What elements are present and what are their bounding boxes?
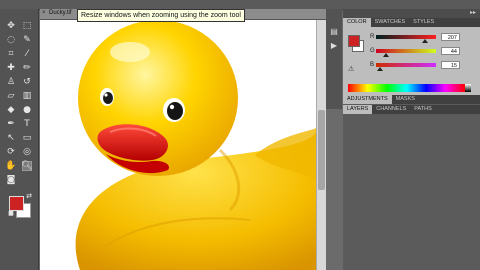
close-icon[interactable]: × — [42, 10, 46, 16]
channel-r-slider-thumb[interactable] — [421, 39, 428, 43]
3d-orbit-tool-icon[interactable]: ◎ — [22, 147, 32, 157]
blur-tool-icon[interactable]: ◆ — [6, 105, 16, 115]
color-panel-tabs: COLOR SWATCHES STYLES — [343, 18, 480, 27]
channel-g-label: G — [370, 48, 375, 54]
clone-stamp-tool-icon[interactable]: ♙ — [6, 77, 16, 87]
adjustments-panel-tabs: ADJUSTMENTS MASKS — [343, 95, 480, 104]
history-brush-tool-icon[interactable]: ↺ — [22, 77, 32, 87]
quick-mask-tool-icon[interactable]: ◙ — [6, 175, 16, 185]
quick-select-tool-icon[interactable]: ✎ — [22, 35, 32, 45]
collapsed-panel-strip: ▤ ▶ — [326, 9, 342, 109]
dodge-tool-icon[interactable]: ● — [22, 105, 32, 115]
zoom-tool-icon[interactable]: 🔍︎ — [21, 161, 33, 171]
image-canvas[interactable] — [40, 20, 316, 270]
channel-r-value-field[interactable]: 207 — [441, 33, 460, 41]
tab-masks[interactable]: MASKS — [392, 95, 419, 104]
actions-icon[interactable]: ▶ — [329, 41, 339, 51]
type-tool-icon[interactable]: T — [22, 119, 32, 129]
history-icon[interactable]: ▤ — [329, 27, 339, 37]
pen-tool-icon[interactable]: ✒ — [6, 119, 16, 129]
move-tool-icon[interactable]: ✥ — [6, 21, 16, 31]
tab-channels[interactable]: CHANNELS — [372, 105, 410, 114]
vertical-scrollbar[interactable] — [316, 20, 326, 270]
layers-panel — [343, 118, 480, 270]
marquee-tool-icon[interactable]: ⬚ — [22, 21, 32, 31]
healing-brush-tool-icon[interactable]: ✚ — [6, 63, 16, 73]
tab-styles[interactable]: STYLES — [409, 18, 438, 27]
brush-tool-icon[interactable]: ✏ — [22, 63, 32, 73]
rubber-duck-image — [40, 20, 316, 270]
crop-tool-icon[interactable]: ⌗ — [6, 49, 16, 59]
color-spectrum-bar[interactable] — [348, 84, 465, 92]
eraser-tool-icon[interactable]: ▱ — [6, 91, 16, 101]
gamut-warning-icon[interactable]: ⚠ — [348, 65, 354, 73]
scrollbar-thumb[interactable] — [318, 110, 325, 190]
channel-g-slider-thumb[interactable] — [383, 53, 390, 57]
eyedropper-tool-icon[interactable]: ⁄ — [22, 49, 32, 59]
foreground-color-swatch[interactable] — [9, 196, 24, 211]
tooltip: Resize windows when zooming using the zo… — [77, 9, 245, 22]
layers-panel-tabs: LAYERS CHANNELS PATHS — [343, 105, 480, 114]
channel-b-slider[interactable] — [376, 63, 436, 67]
dock-header: ▸▸ — [343, 9, 480, 18]
document-tab-label: Ducky.tif — [49, 10, 72, 16]
tab-paths[interactable]: PATHS — [410, 105, 436, 114]
channel-r-label: R — [370, 34, 375, 40]
tab-layers[interactable]: LAYERS — [343, 105, 373, 114]
panel-dock: ▸▸ COLOR SWATCHES STYLES ⚠ R 207 G 44 B 15 ADJU… — [343, 9, 480, 270]
tools-panel: ✥ ⬚ ◌ ✎ ⌗ ⁄ ✚ ✏ ♙ ↺ ▱ ▥ ◆ ● ✒ T ↖ ▭ ⟳ ◎ ✋ 🔍︎ ◙ ■ ⇄ — [0, 9, 39, 270]
collapse-icon[interactable]: ▸▸ — [470, 9, 476, 16]
color-panel: ⚠ R 207 G 44 B 15 — [343, 27, 480, 95]
gradient-tool-icon[interactable]: ▥ — [22, 91, 32, 101]
3d-rotate-tool-icon[interactable]: ⟳ — [6, 147, 16, 157]
color-panel-foreground-chip[interactable] — [348, 35, 360, 47]
black-white-ramp[interactable] — [465, 84, 471, 92]
channel-g-value-field[interactable]: 44 — [441, 47, 460, 55]
channel-b-label: B — [370, 62, 375, 68]
tab-color[interactable]: COLOR — [343, 18, 371, 27]
channel-b-slider-thumb[interactable] — [376, 67, 383, 71]
tab-adjustments[interactable]: ADJUSTMENTS — [343, 95, 392, 104]
shape-tool-icon[interactable]: ▭ — [22, 133, 32, 143]
path-select-tool-icon[interactable]: ↖ — [6, 133, 16, 143]
tab-swatches[interactable]: SWATCHES — [371, 18, 410, 27]
swap-colors-icon[interactable]: ⇄ — [24, 191, 34, 201]
channel-b-value-field[interactable]: 15 — [441, 61, 460, 69]
lasso-tool-icon[interactable]: ◌ — [6, 35, 16, 45]
hand-tool-icon[interactable]: ✋ — [5, 161, 16, 171]
